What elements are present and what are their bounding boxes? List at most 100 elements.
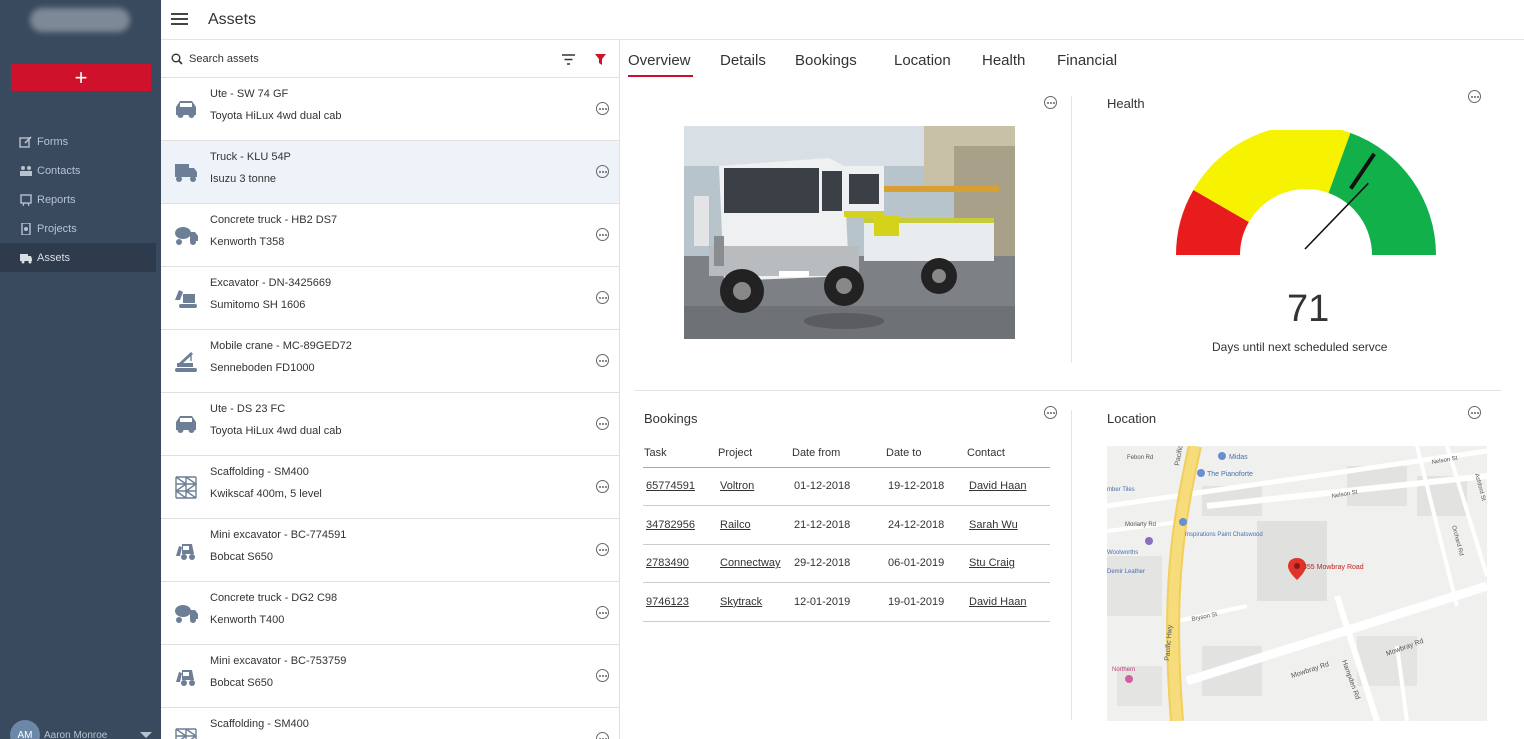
sidebar-item-assets[interactable]: Assets	[0, 243, 156, 272]
task-link[interactable]: 34782956	[643, 505, 717, 545]
concrete-truck-icon	[173, 601, 199, 625]
add-button[interactable]: +	[11, 64, 151, 91]
asset-list-panel: Ute - SW 74 GF Toyota HiLux 4wd dual cab T…	[161, 40, 620, 739]
contact-link[interactable]: Sarah Wu	[966, 505, 1050, 545]
search-icon	[171, 53, 183, 65]
truck-icon	[173, 160, 199, 184]
asset-list-item[interactable]: Concrete truck - HB2 DS7 Kenworth T358	[161, 204, 619, 267]
date-from: 01-12-2018	[791, 467, 885, 506]
contact-link[interactable]: David Haan	[966, 467, 1050, 506]
project-link[interactable]: Railco	[717, 505, 791, 545]
asset-list-item[interactable]: Scaffolding - SM400	[161, 708, 619, 739]
sidebar-item-label: Assets	[37, 251, 71, 264]
asset-list-item[interactable]: Mobile crane - MC-89GED72 Senneboden FD10…	[161, 330, 619, 393]
asset-list-item[interactable]: Mini excavator - BC-774591 Bobcat S650	[161, 519, 619, 582]
more-options-icon[interactable]	[596, 606, 609, 619]
active-tab-indicator	[628, 75, 693, 77]
contacts-icon	[20, 165, 32, 176]
table-row: 34782956 Railco 21-12-2018 24-12-2018 Sarah …	[643, 505, 1050, 545]
bookings-more-button[interactable]	[1044, 406, 1057, 419]
asset-subtitle: Isuzu 3 tonne	[210, 173, 277, 185]
column-header: Date to	[885, 440, 966, 468]
top-bar: Assets	[161, 0, 1524, 40]
asset-photo	[684, 126, 1015, 339]
app-root: + Forms Contacts Reports Projects Assets	[0, 0, 1524, 739]
more-options-icon[interactable]	[596, 480, 609, 493]
table-row: 2783490 Connectway 29-12-2018 06-01-2019 Stu…	[643, 544, 1050, 583]
asset-list-item[interactable]: Scaffolding - SM400 Kwikscaf 400m, 5 leve…	[161, 456, 619, 519]
date-from: 12-01-2019	[791, 582, 885, 622]
project-link[interactable]: Connectway	[717, 544, 791, 583]
bookings-title: Bookings	[644, 411, 698, 426]
more-options-icon[interactable]	[596, 417, 609, 430]
asset-title: Ute - DS 23 FC	[210, 403, 286, 415]
location-title: Location	[1107, 411, 1157, 426]
assets-icon	[20, 253, 32, 263]
health-more-button[interactable]	[1468, 90, 1481, 103]
more-options-icon[interactable]	[596, 543, 609, 556]
photo-more-button[interactable]	[1044, 96, 1057, 109]
contact-link[interactable]: Stu Craig	[966, 544, 1050, 583]
more-options-icon[interactable]	[596, 732, 609, 739]
more-options-icon[interactable]	[596, 165, 609, 178]
sidebar-item-reports[interactable]: Reports	[0, 185, 161, 214]
task-link[interactable]: 65774591	[643, 467, 717, 506]
health-gauge	[1176, 130, 1436, 255]
sidebar-item-projects[interactable]: Projects	[0, 214, 161, 243]
chevron-down-icon[interactable]	[140, 732, 152, 738]
poi-marker	[1145, 537, 1153, 545]
sidebar-item-contacts[interactable]: Contacts	[0, 156, 161, 185]
more-options-icon[interactable]	[596, 354, 609, 367]
project-link[interactable]: Voltron	[717, 467, 791, 506]
sidebar-nav: Forms Contacts Reports Projects Assets	[0, 127, 161, 272]
map-poi-label: Midas	[1229, 454, 1248, 461]
poi-marker	[1197, 469, 1205, 477]
excavator-icon	[173, 286, 199, 310]
location-more-button[interactable]	[1468, 406, 1481, 419]
task-link[interactable]: 9746123	[643, 582, 717, 622]
asset-list-item[interactable]: Truck - KLU 54P Isuzu 3 tonne	[161, 141, 619, 204]
column-header: Task	[643, 440, 717, 468]
health-title: Health	[1107, 96, 1145, 111]
ute-icon	[173, 412, 199, 436]
map-street-label: Moriarty Rd	[1125, 522, 1156, 528]
gauge-green-segment	[1328, 132, 1436, 255]
filter-icon[interactable]	[595, 54, 606, 65]
asset-list-item[interactable]: Ute - SW 74 GF Toyota HiLux 4wd dual cab	[161, 78, 619, 141]
truck-image	[684, 126, 1015, 339]
asset-title: Mini excavator - BC-753759	[210, 655, 347, 667]
avatar: AM	[10, 720, 40, 739]
map-poi-label: Northern	[1112, 667, 1135, 673]
asset-list-item[interactable]: Concrete truck - DG2 C98 Kenworth T400	[161, 582, 619, 645]
sidebar-item-forms[interactable]: Forms	[0, 127, 161, 156]
user-menu[interactable]: AM Aaron Monroe	[10, 719, 160, 739]
sort-icon[interactable]	[562, 54, 575, 65]
task-link[interactable]: 2783490	[643, 544, 717, 583]
tab-financial[interactable]: Financial	[1057, 52, 1117, 69]
tab-details[interactable]: Details	[720, 52, 766, 69]
location-map[interactable]: Pacific Hwy Pacific Hwy Mowbray Rd Mowbr…	[1107, 446, 1487, 721]
asset-title: Concrete truck - DG2 C98	[210, 592, 338, 604]
table-row: 9746123 Skytrack 12-01-2019 19-01-2019 David…	[643, 582, 1050, 622]
more-options-icon[interactable]	[596, 102, 609, 115]
more-options-icon[interactable]	[596, 228, 609, 241]
asset-list-item[interactable]: Excavator - DN-3425669 Sumitomo SH 1606	[161, 267, 619, 330]
asset-title: Scaffolding - SM400	[210, 466, 309, 478]
search-input[interactable]	[189, 50, 489, 68]
asset-list-item[interactable]: Mini excavator - BC-753759 Bobcat S650	[161, 645, 619, 708]
tab-location[interactable]: Location	[894, 52, 951, 69]
more-options-icon[interactable]	[596, 291, 609, 304]
map-poi-label: Demir Leather	[1107, 569, 1145, 575]
poi-marker	[1218, 452, 1226, 460]
tab-health[interactable]: Health	[982, 52, 1025, 69]
project-link[interactable]: Skytrack	[717, 582, 791, 622]
forms-icon	[19, 135, 32, 148]
tab-bookings[interactable]: Bookings	[795, 52, 857, 69]
contact-link[interactable]: David Haan	[966, 582, 1050, 622]
menu-icon[interactable]	[171, 13, 188, 26]
more-options-icon[interactable]	[596, 669, 609, 682]
asset-list-item[interactable]: Ute - DS 23 FC Toyota HiLux 4wd dual cab	[161, 393, 619, 456]
tab-overview[interactable]: Overview	[628, 52, 691, 69]
asset-title: Excavator - DN-3425669	[210, 277, 332, 289]
search-bar	[161, 40, 619, 78]
